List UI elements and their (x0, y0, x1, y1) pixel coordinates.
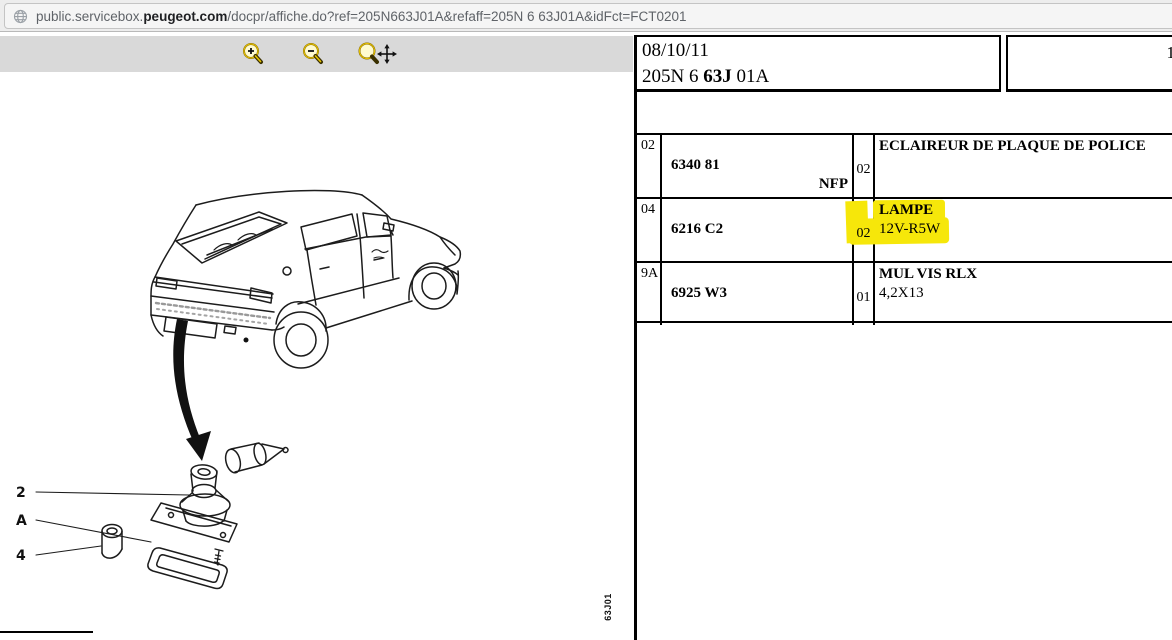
page-number: 1 (1167, 43, 1172, 63)
zoom-pan-icon (356, 41, 398, 67)
lens-part (148, 548, 227, 589)
app-window: public.servicebox.peugeot.com/docpr/affi… (0, 0, 1172, 640)
lamp-housing-part (151, 503, 237, 542)
row-index: 04 (637, 199, 660, 218)
parts-table: 02 6340 81 NFP 02 ECLAIREUR DE PLAQUE DE… (637, 133, 1172, 323)
part-designation: ECLAIREUR DE PLAQUE DE POLICE (879, 138, 1146, 155)
part-number: 6925 W3 (671, 285, 727, 302)
parts-diagram: 2 A 4 (0, 72, 634, 640)
url-text: public.servicebox.peugeot.com/docpr/affi… (36, 9, 687, 24)
part-number: 6216 C2 (671, 221, 723, 238)
url-host-prefix: public.servicebox. (36, 9, 143, 24)
row-index: 02 (637, 135, 660, 154)
grommet-part (102, 525, 122, 559)
document-date: 08/10/11 (642, 38, 999, 64)
document-header: 08/10/11 205N 6 63J 01A (637, 35, 1001, 92)
diagram-label-2: 2 (16, 485, 26, 501)
part-qty: 02 (854, 162, 873, 178)
zoom-pan-button[interactable] (355, 40, 399, 68)
url-path: /docpr/affiche.do?ref=205N663J01A&refaff… (227, 9, 686, 24)
car-roof (196, 190, 362, 205)
part-number: 6340 81 (671, 157, 720, 174)
drawing-reference-code: 63J01 (603, 586, 613, 628)
drawing-frame-line (0, 631, 93, 633)
url-domain: peugeot.com (143, 9, 227, 24)
part-qty: 02 (854, 226, 873, 242)
zoom-out-button[interactable] (295, 40, 329, 68)
part-note: NFP (819, 176, 848, 193)
bulb-part (223, 442, 288, 474)
zoom-in-button[interactable] (235, 40, 269, 68)
part-qty: 01 (854, 290, 873, 306)
document-reference: 205N 6 63J 01A (642, 64, 999, 90)
document-header-right: 1 (1006, 35, 1172, 92)
table-row: 04 6216 C2 02 LAMPE 12V-R5W (637, 199, 1172, 263)
diagram-zoom-toolbar (0, 36, 633, 72)
table-row: 9A 6925 W3 01 MUL VIS RLX 4,2X13 (637, 263, 1172, 325)
diagram-label-A: A (16, 513, 27, 529)
globe-icon (13, 9, 28, 24)
zoom-in-icon (239, 41, 265, 67)
zoom-out-icon (299, 41, 325, 67)
panel-divider (634, 35, 637, 640)
leader-line-4 (36, 546, 101, 555)
pointer-arrow (173, 319, 211, 461)
part-designation-detail: 12V-R5W (879, 221, 940, 238)
table-row: 02 6340 81 NFP 02 ECLAIREUR DE PLAQUE DE… (637, 135, 1172, 199)
row-index: 9A (637, 263, 660, 282)
url-input[interactable]: public.servicebox.peugeot.com/docpr/affi… (4, 3, 1172, 29)
diagram-label-4: 4 (16, 548, 26, 564)
part-designation: MUL VIS RLX (879, 266, 977, 283)
leader-line-2 (36, 492, 189, 495)
part-designation: LAMPE (879, 202, 933, 219)
browser-url-bar: public.servicebox.peugeot.com/docpr/affi… (0, 0, 1172, 32)
part-designation-detail: 4,2X13 (879, 285, 924, 302)
leader-line-A (36, 520, 151, 542)
